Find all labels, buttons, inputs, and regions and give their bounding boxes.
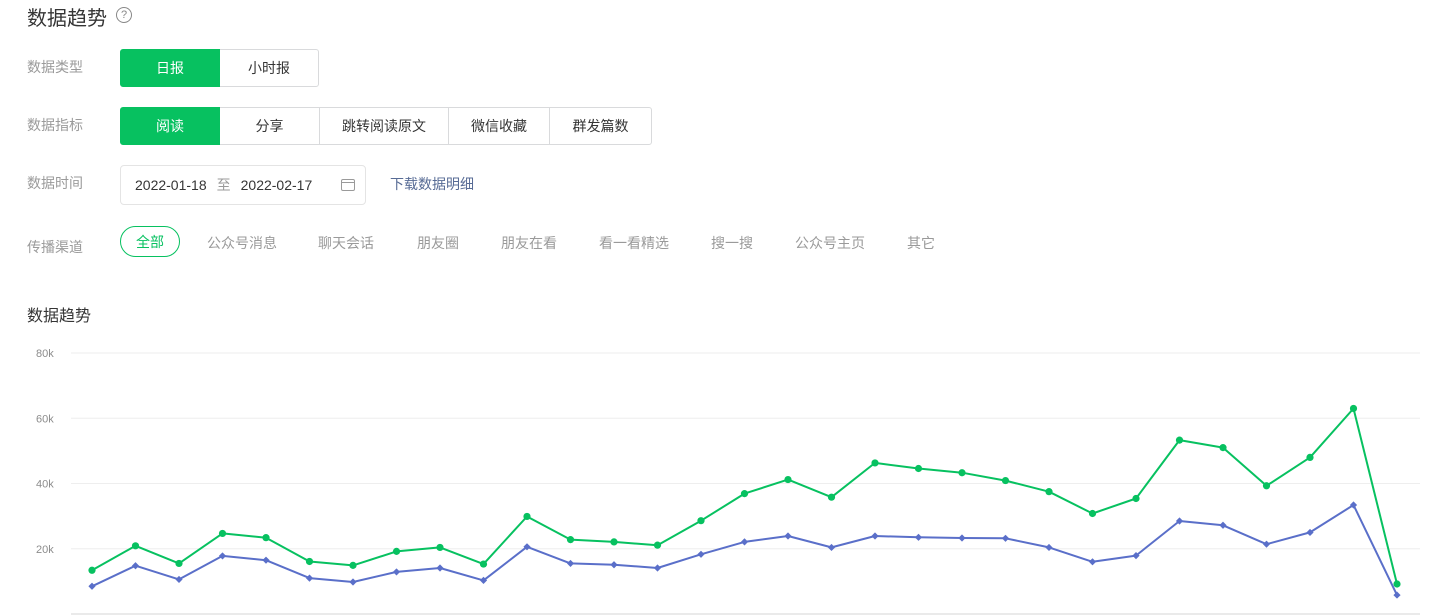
series-1-point [871,459,879,467]
series-1-point [131,542,140,550]
series-2-point [871,532,879,540]
series-1-point [1045,488,1053,496]
series-1-point [88,566,96,574]
channel-other[interactable]: 其它 [907,233,935,253]
series-2-point [1219,521,1227,529]
data-metric-toggle: 阅读 分享 跳转阅读原文 微信收藏 群发篇数 [120,107,652,145]
y-tick-label: 40k [36,479,54,491]
download-detail-link[interactable]: 下载数据明细 [390,174,474,194]
series-2-point [697,550,705,558]
series-2-point [131,562,140,570]
date-start: 2022-01-18 [135,177,207,193]
y-tick-label: 60k [36,413,54,425]
series-1-point [697,517,705,525]
metric-read-original-button[interactable]: 跳转阅读原文 [319,107,449,145]
series-1-point [1393,580,1401,588]
series-2-point [653,564,662,572]
data-time-label: 数据时间 [27,175,83,191]
series-1-point [479,560,488,568]
series-2-point [1262,540,1271,548]
data-type-hourly-button[interactable]: 小时报 [219,49,319,87]
series-2-point [784,532,792,540]
channel-friends-watching[interactable]: 朋友在看 [501,233,557,253]
metric-share-button[interactable]: 分享 [219,107,320,145]
series-1-point [436,543,444,552]
series-1-point [566,536,575,544]
data-metric-label: 数据指标 [27,117,83,133]
y-tick-label: 20k [36,544,54,556]
series-1-point [1306,453,1314,461]
series-1-point [1088,509,1097,518]
help-circle-icon[interactable]: ? [116,7,132,23]
channel-moments[interactable]: 朋友圈 [417,233,459,253]
data-type-daily-button[interactable]: 日报 [120,49,220,87]
date-separator: 至 [216,177,231,193]
series-2-point [740,538,749,546]
series-2-point [610,561,618,569]
calendar-icon[interactable] [341,179,355,191]
channel-label: 传播渠道 [27,239,83,255]
channel-search[interactable]: 搜一搜 [711,233,753,253]
channel-official-message[interactable]: 公众号消息 [207,233,277,253]
series-2-point [958,534,966,542]
series-1-point [827,493,836,501]
series-1-point [392,547,401,555]
series-1-point [1349,404,1358,413]
metric-favorite-button[interactable]: 微信收藏 [448,107,550,145]
series-1-point [740,490,749,498]
series-1-point [175,559,183,568]
series-1-point [1175,436,1184,444]
trend-line-chart: 20k 40k 60k 80k [36,348,1420,615]
series-1-point [1132,494,1140,503]
chart-title: 数据趋势 [27,308,92,325]
series-2-point [349,578,357,586]
series-1-point [305,557,314,566]
series-1-point [262,534,270,542]
series-1-point [653,541,662,549]
series-2-point [218,552,227,560]
metric-posts-button[interactable]: 群发篇数 [549,107,652,145]
series-1-point [1262,482,1271,490]
series-2-point [1393,591,1401,599]
series-2-point [262,556,270,564]
series-1-point [1001,476,1010,485]
series-1-point [218,529,227,538]
channel-all-button[interactable]: 全部 [120,226,180,257]
data-type-label: 数据类型 [27,59,83,75]
series-2-point [1001,534,1010,542]
series-2-point [1045,543,1053,552]
series-2-point [305,574,314,582]
series-1-point [784,475,792,484]
series-2-point [392,568,401,576]
series-2-point [914,533,923,541]
date-range-picker[interactable]: 2022-01-18 至 2022-02-17 [120,165,366,205]
series-1-point [349,561,357,569]
channel-top-stories[interactable]: 看一看精选 [599,233,669,253]
data-type-toggle: 日报 小时报 [120,49,319,87]
series-2-point [175,575,183,584]
series-1-point [1219,444,1227,452]
page-title: 数据趋势 [27,8,107,30]
series-2-point [566,559,575,568]
series-1-point [610,538,618,546]
date-end: 2022-02-17 [240,177,313,193]
series-1-point [914,464,923,473]
metric-read-button[interactable]: 阅读 [120,107,220,145]
series-2-point [827,543,836,552]
series-1-point [523,512,531,521]
channel-profile-page[interactable]: 公众号主页 [795,233,865,253]
series-2-point [436,564,444,572]
series-2-point [88,582,96,590]
y-tick-label: 80k [36,348,54,360]
series-1-point [958,469,966,477]
series-2-point [1088,558,1097,566]
channel-chat[interactable]: 聊天会话 [318,233,374,253]
